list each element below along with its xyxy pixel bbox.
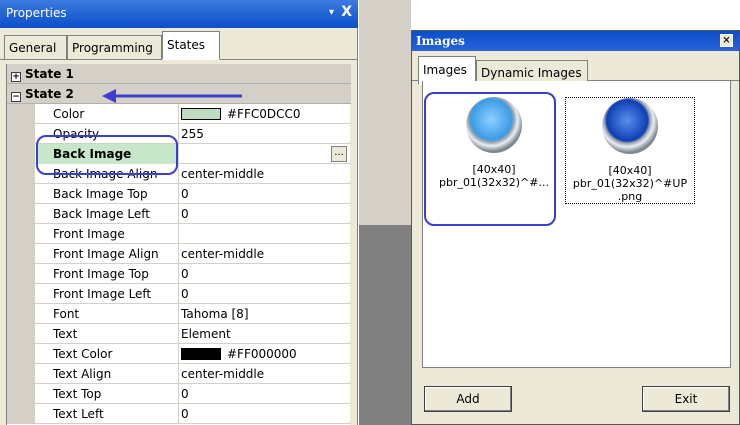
- collapse-icon[interactable]: −: [11, 92, 21, 102]
- property-row-front-image[interactable]: Front Image: [7, 224, 351, 244]
- property-key: Text Left: [37, 404, 179, 424]
- property-key: Front Image Top: [37, 264, 179, 284]
- property-key: Front Image Left: [37, 284, 179, 304]
- property-row-text-color[interactable]: Text Color #FF000000: [7, 344, 351, 364]
- property-key: Text Color: [37, 344, 179, 364]
- property-row-front-image-left[interactable]: Front Image Left 0: [7, 284, 351, 304]
- color-swatch: [181, 348, 221, 360]
- property-value[interactable]: 0: [179, 204, 351, 224]
- property-key: Font: [37, 304, 179, 324]
- property-value[interactable]: #FFC0DCC0: [179, 104, 351, 124]
- property-value[interactable]: [179, 224, 351, 244]
- property-value[interactable]: Tahoma [8]: [179, 304, 351, 324]
- property-value[interactable]: center-middle: [179, 364, 351, 384]
- property-value[interactable]: #FF000000: [179, 344, 351, 364]
- properties-tabs: General Programming States: [0, 28, 358, 60]
- property-value[interactable]: center-middle: [179, 244, 351, 264]
- add-button[interactable]: Add: [424, 386, 512, 412]
- property-value[interactable]: 0: [179, 264, 351, 284]
- workspace-background: [359, 0, 411, 425]
- pin-icon[interactable]: ▾: [329, 7, 334, 18]
- tab-programming[interactable]: Programming: [67, 35, 162, 59]
- property-key: Text Top: [37, 384, 179, 404]
- property-row-front-image-top[interactable]: Front Image Top 0: [7, 264, 351, 284]
- dialog-title: Images: [416, 34, 465, 48]
- properties-title: Properties: [6, 6, 67, 20]
- property-value[interactable]: 0: [179, 384, 351, 404]
- property-row-font[interactable]: Font Tahoma [8]: [7, 304, 351, 324]
- property-row-front-image-align[interactable]: Front Image Align center-middle: [7, 244, 351, 264]
- close-icon[interactable]: ×: [720, 34, 733, 47]
- annotation-image-highlight: [424, 92, 556, 226]
- property-row-color[interactable]: Color #FFC0DCC0: [7, 104, 351, 124]
- image-name: pbr_01(32x32)^#UP: [572, 177, 688, 190]
- property-value[interactable]: Element: [179, 324, 351, 344]
- property-value[interactable]: 255: [179, 124, 351, 144]
- tab-general[interactable]: General: [4, 35, 67, 59]
- property-value[interactable]: center-middle: [179, 164, 351, 184]
- property-row-back-image-top[interactable]: Back Image Top 0: [7, 184, 351, 204]
- images-dialog: Images × Images Dynamic Images [40x40] p…: [411, 30, 740, 425]
- round-button-dark-icon: [602, 98, 658, 154]
- property-row-back-image-left[interactable]: Back Image Left 0: [7, 204, 351, 224]
- section-label: State 2: [25, 87, 74, 101]
- image-extension: .png: [617, 190, 643, 203]
- image-item[interactable]: [40x40] pbr_01(32x32)^#UP .png: [565, 97, 695, 204]
- annotation-arrow: [102, 89, 242, 103]
- section-label: State 1: [25, 67, 74, 81]
- property-row-text[interactable]: Text Element: [7, 324, 351, 344]
- property-key: Color: [37, 104, 179, 124]
- annotation-back-image-highlight: [36, 135, 178, 175]
- properties-panel: Properties ▾ X General Programming State…: [0, 0, 358, 425]
- property-value[interactable]: 0: [179, 184, 351, 204]
- close-icon[interactable]: X: [341, 4, 352, 20]
- property-key: Back Image Top: [37, 184, 179, 204]
- tab-states[interactable]: States: [162, 31, 220, 60]
- property-row-text-left[interactable]: Text Left 0: [7, 404, 351, 424]
- expand-icon[interactable]: +: [11, 72, 21, 82]
- dialog-tabs: Images Dynamic Images: [412, 53, 739, 85]
- property-key: Front Image Align: [37, 244, 179, 264]
- property-key: Front Image: [37, 224, 179, 244]
- property-row-text-align[interactable]: Text Align center-middle: [7, 364, 351, 384]
- browse-button[interactable]: ...: [331, 146, 347, 162]
- dialog-titlebar: Images ×: [412, 31, 739, 51]
- property-grid: + State 1 − State 2 Color #FFC0DCC0 Opacit…: [6, 64, 351, 425]
- property-value[interactable]: 0: [179, 284, 351, 304]
- section-state-1[interactable]: + State 1: [7, 64, 351, 84]
- property-key: Text: [37, 324, 179, 344]
- property-key: Text Align: [37, 364, 179, 384]
- properties-titlebar: Properties ▾ X: [0, 0, 358, 28]
- property-value[interactable]: 0: [179, 404, 351, 424]
- property-row-text-top[interactable]: Text Top 0: [7, 384, 351, 404]
- image-size: [40x40]: [608, 164, 652, 177]
- property-key: Back Image Left: [37, 204, 179, 224]
- color-swatch: [181, 108, 221, 120]
- property-value[interactable]: ...: [179, 144, 351, 164]
- exit-button[interactable]: Exit: [642, 386, 730, 412]
